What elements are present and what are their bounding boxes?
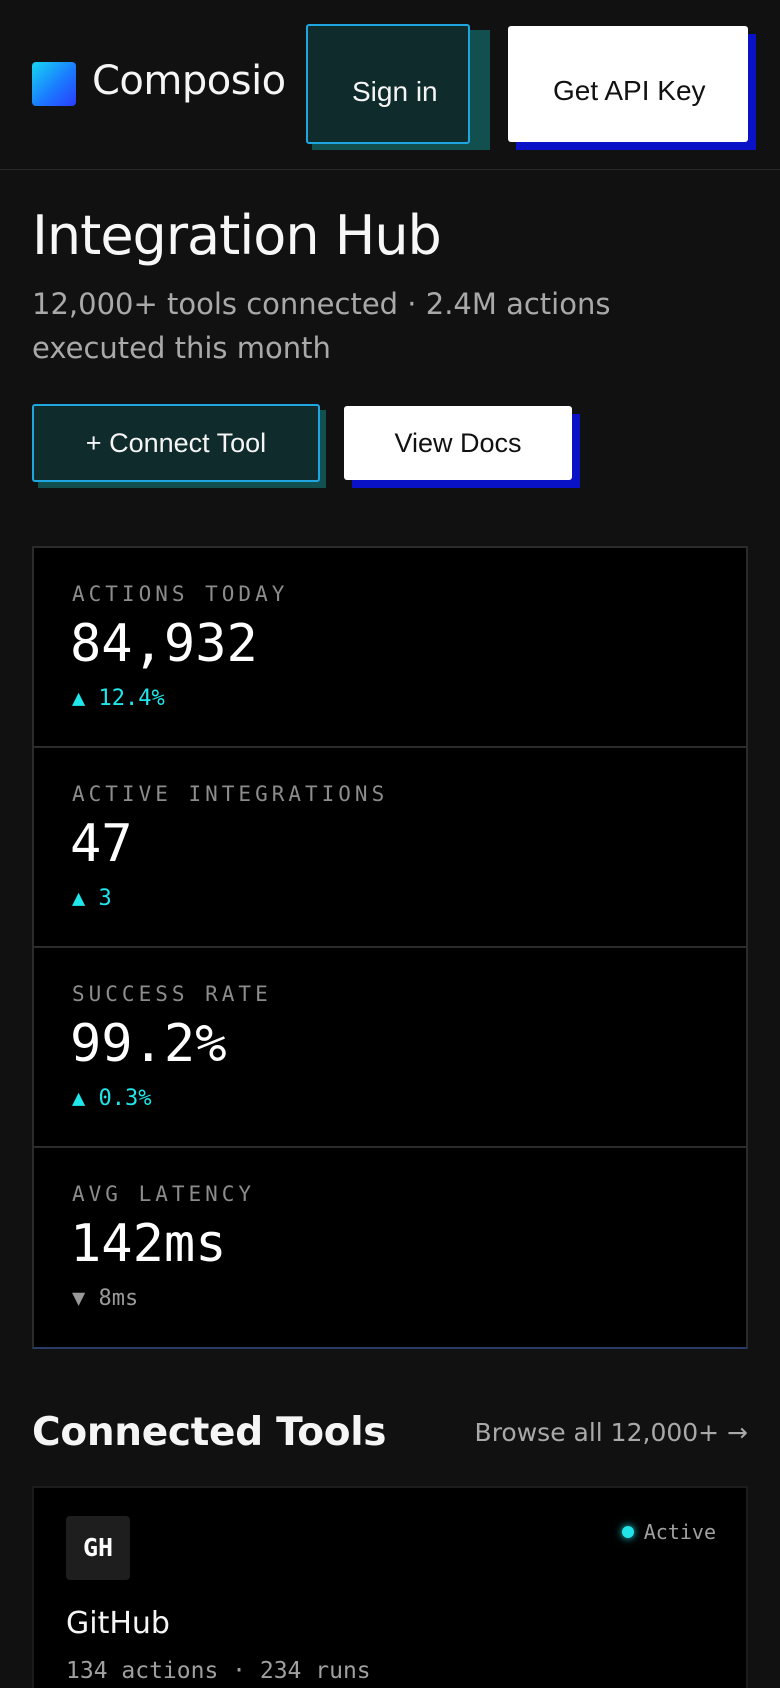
status-text: Active (643, 1520, 716, 1544)
get-api-key-button[interactable]: Get API Key (508, 26, 748, 142)
view-docs-button[interactable]: View Docs (344, 406, 572, 480)
status-dot-icon (621, 1526, 634, 1538)
stat-success-rate: SUCCESS RATE 99.2% ▲ 0.3% (34, 948, 746, 1148)
stat-value: 99.2% (70, 1014, 227, 1074)
stat-actions-today: ACTIONS TODAY 84,932 ▲ 12.4% (34, 548, 746, 748)
get-api-key-button-wrapper: Get API Key (508, 26, 756, 150)
stat-label: ACTIONS TODAY (72, 582, 289, 606)
sign-in-button-wrapper: Sign in (306, 24, 490, 150)
composio-logo-icon[interactable] (32, 62, 76, 106)
stat-active-integrations: ACTIVE INTEGRATIONS 47 ▲ 3 (34, 748, 746, 948)
top-header: Composio Sign in Get API Key (0, 0, 780, 170)
tool-meta: 134 actions · 234 runs (66, 1658, 371, 1684)
browse-all-link[interactable]: Browse all 12,000+ → (475, 1418, 748, 1447)
tool-name: GitHub (66, 1606, 170, 1641)
connect-tool-button-wrapper: + Connect Tool (32, 404, 326, 488)
tool-card-github[interactable]: GH Active GitHub 134 actions · 234 runs (32, 1486, 748, 1688)
view-docs-button-wrapper: View Docs (344, 406, 580, 488)
stat-delta: ▼ 8ms (72, 1286, 139, 1311)
stat-avg-latency: AVG LATENCY 142ms ▼ 8ms (34, 1148, 746, 1348)
page-subtitle: 12,000+ tools connected · 2.4M actions e… (32, 287, 611, 365)
stat-value: 47 (70, 814, 133, 874)
stat-delta: ▲ 12.4% (72, 686, 165, 711)
brand-name[interactable]: Composio (92, 58, 286, 104)
tool-avatar: GH (66, 1516, 130, 1580)
stat-label: ACTIVE INTEGRATIONS (72, 782, 389, 806)
stat-label: AVG LATENCY (72, 1182, 256, 1206)
connect-tool-button[interactable]: + Connect Tool (32, 404, 320, 482)
stat-value: 84,932 (70, 614, 258, 674)
status-badge: Active (621, 1520, 716, 1544)
sign-in-button[interactable]: Sign in (306, 24, 470, 144)
connected-tools-heading: Connected Tools (32, 1410, 387, 1455)
stat-value: 142ms (70, 1214, 227, 1274)
stat-label: SUCCESS RATE (72, 982, 272, 1006)
page-title: Integration Hub (32, 204, 442, 267)
stat-delta: ▲ 0.3% (72, 1086, 152, 1111)
stats-panel: ACTIONS TODAY 84,932 ▲ 12.4% ACTIVE INTE… (32, 546, 748, 1349)
stat-delta: ▲ 3 (72, 886, 112, 911)
